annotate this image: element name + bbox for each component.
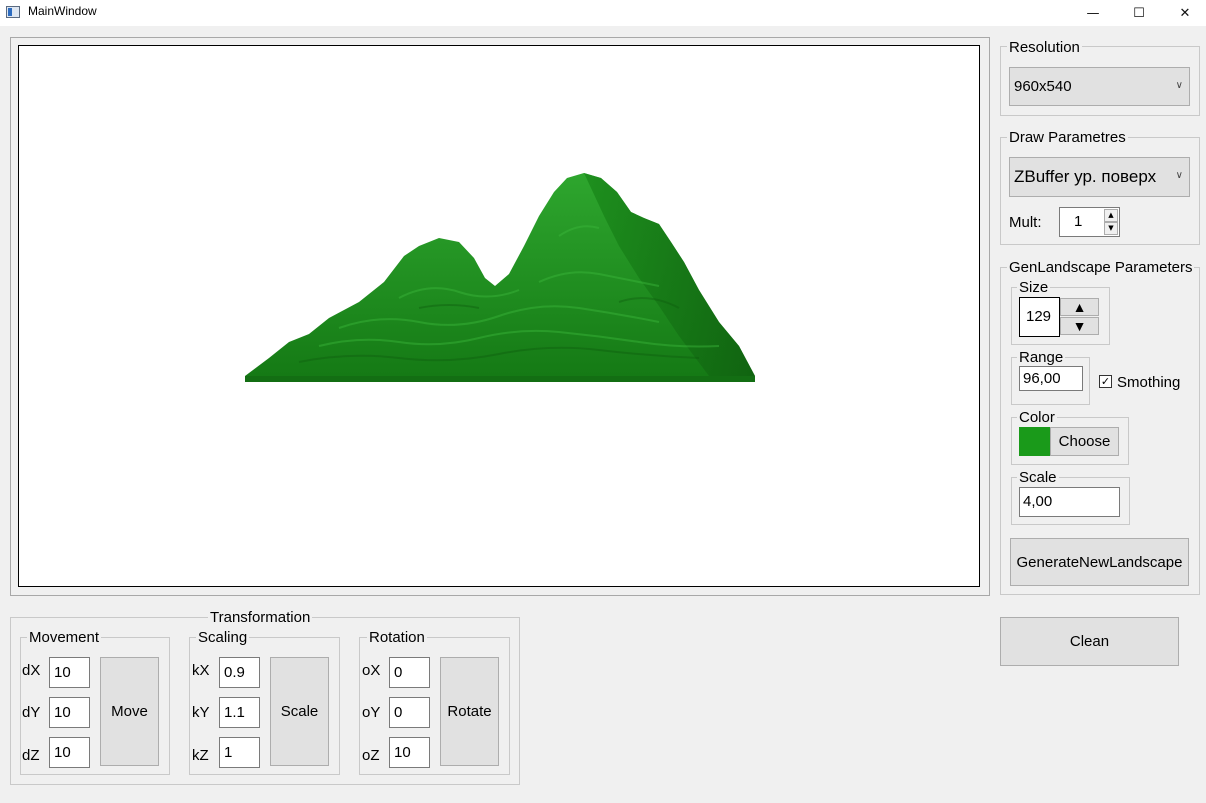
movement-legend: Movement	[27, 629, 102, 646]
oy-label: oY	[362, 704, 381, 721]
oz-input[interactable]: 10	[389, 737, 430, 768]
ox-input[interactable]: 0	[389, 657, 430, 688]
mult-up-arrow-icon[interactable]: ▲	[1104, 209, 1118, 222]
oz-label: oZ	[362, 747, 380, 764]
color-swatch	[1019, 427, 1050, 456]
kz-label: kZ	[192, 747, 209, 764]
size-down-arrow-icon[interactable]: ▼	[1060, 317, 1099, 335]
oz-value: 10	[394, 744, 411, 761]
dy-label: dY	[22, 704, 41, 721]
resolution-legend: Resolution	[1007, 39, 1082, 56]
gen-params-legend: GenLandscape Parameters	[1007, 259, 1195, 276]
dx-input[interactable]: 10	[49, 657, 90, 688]
dy-value: 10	[54, 704, 71, 721]
mult-label: Mult:	[1009, 214, 1042, 231]
scale-input[interactable]: 4,00	[1019, 487, 1120, 517]
smoothing-checkbox[interactable]: ✓	[1099, 375, 1112, 388]
app-icon	[6, 6, 20, 18]
oy-input[interactable]: 0	[389, 697, 430, 728]
size-up-arrow-icon[interactable]: ▲	[1060, 298, 1099, 316]
scale-legend: Scale	[1017, 469, 1059, 486]
clean-button[interactable]: Clean	[1000, 617, 1179, 666]
ox-label: oX	[362, 662, 381, 679]
generate-landscape-button[interactable]: GenerateNewLandscape	[1010, 538, 1189, 586]
mult-down-arrow-icon[interactable]: ▼	[1104, 222, 1118, 235]
dx-label: dX	[22, 662, 41, 679]
ky-label: kY	[192, 704, 210, 721]
range-input[interactable]: 96,00	[1019, 366, 1083, 391]
dy-input[interactable]: 10	[49, 697, 90, 728]
dz-input[interactable]: 10	[49, 737, 90, 768]
resolution-select-value: 960x540	[1014, 78, 1072, 95]
dz-label: dZ	[22, 747, 40, 764]
title-bar: MainWindow — ☐ ✕	[0, 0, 1206, 26]
render-canvas[interactable]	[18, 45, 980, 587]
size-legend: Size	[1017, 279, 1051, 296]
kz-input[interactable]: 1	[219, 737, 260, 768]
ky-value: 1.1	[224, 704, 245, 721]
minimize-button[interactable]: —	[1070, 0, 1116, 26]
rotate-button[interactable]: Rotate	[440, 657, 499, 766]
scale-button[interactable]: Scale	[270, 657, 329, 766]
size-value: 129	[1026, 308, 1052, 325]
smoothing-label: Smothing	[1117, 374, 1181, 391]
size-input[interactable]: 129	[1019, 297, 1060, 337]
landscape-render	[245, 173, 755, 382]
close-button[interactable]: ✕	[1162, 0, 1206, 26]
draw-params-legend: Draw Parametres	[1007, 129, 1128, 146]
mult-value: 1	[1074, 213, 1083, 230]
scale-value: 4,00	[1023, 493, 1053, 510]
kx-label: kX	[192, 662, 210, 679]
chevron-down-icon: ∨	[1175, 170, 1183, 181]
color-legend: Color	[1017, 409, 1057, 426]
dx-value: 10	[54, 664, 71, 681]
range-legend: Range	[1017, 349, 1066, 366]
rotation-legend: Rotation	[367, 629, 427, 646]
scaling-legend: Scaling	[196, 629, 250, 646]
dz-value: 10	[54, 744, 71, 761]
draw-mode-select[interactable]: ZBuffer ур. поверх ∨	[1009, 157, 1190, 197]
draw-mode-select-value: ZBuffer ур. поверх	[1014, 167, 1157, 186]
transformation-legend: Transformation	[208, 609, 313, 626]
choose-color-button[interactable]: Choose	[1050, 427, 1119, 456]
chevron-down-icon: ∨	[1175, 79, 1183, 91]
maximize-button[interactable]: ☐	[1116, 0, 1162, 26]
range-value: 96,00	[1023, 370, 1061, 387]
kz-value: 1	[224, 744, 233, 761]
move-button[interactable]: Move	[100, 657, 159, 766]
oy-value: 0	[394, 704, 403, 721]
kx-value: 0.9	[224, 664, 245, 681]
ox-value: 0	[394, 664, 403, 681]
ky-input[interactable]: 1.1	[219, 697, 260, 728]
kx-input[interactable]: 0.9	[219, 657, 260, 688]
window-title: MainWindow	[28, 4, 97, 18]
resolution-select[interactable]: 960x540 ∨	[1009, 67, 1190, 106]
landscape-rim	[245, 376, 755, 382]
